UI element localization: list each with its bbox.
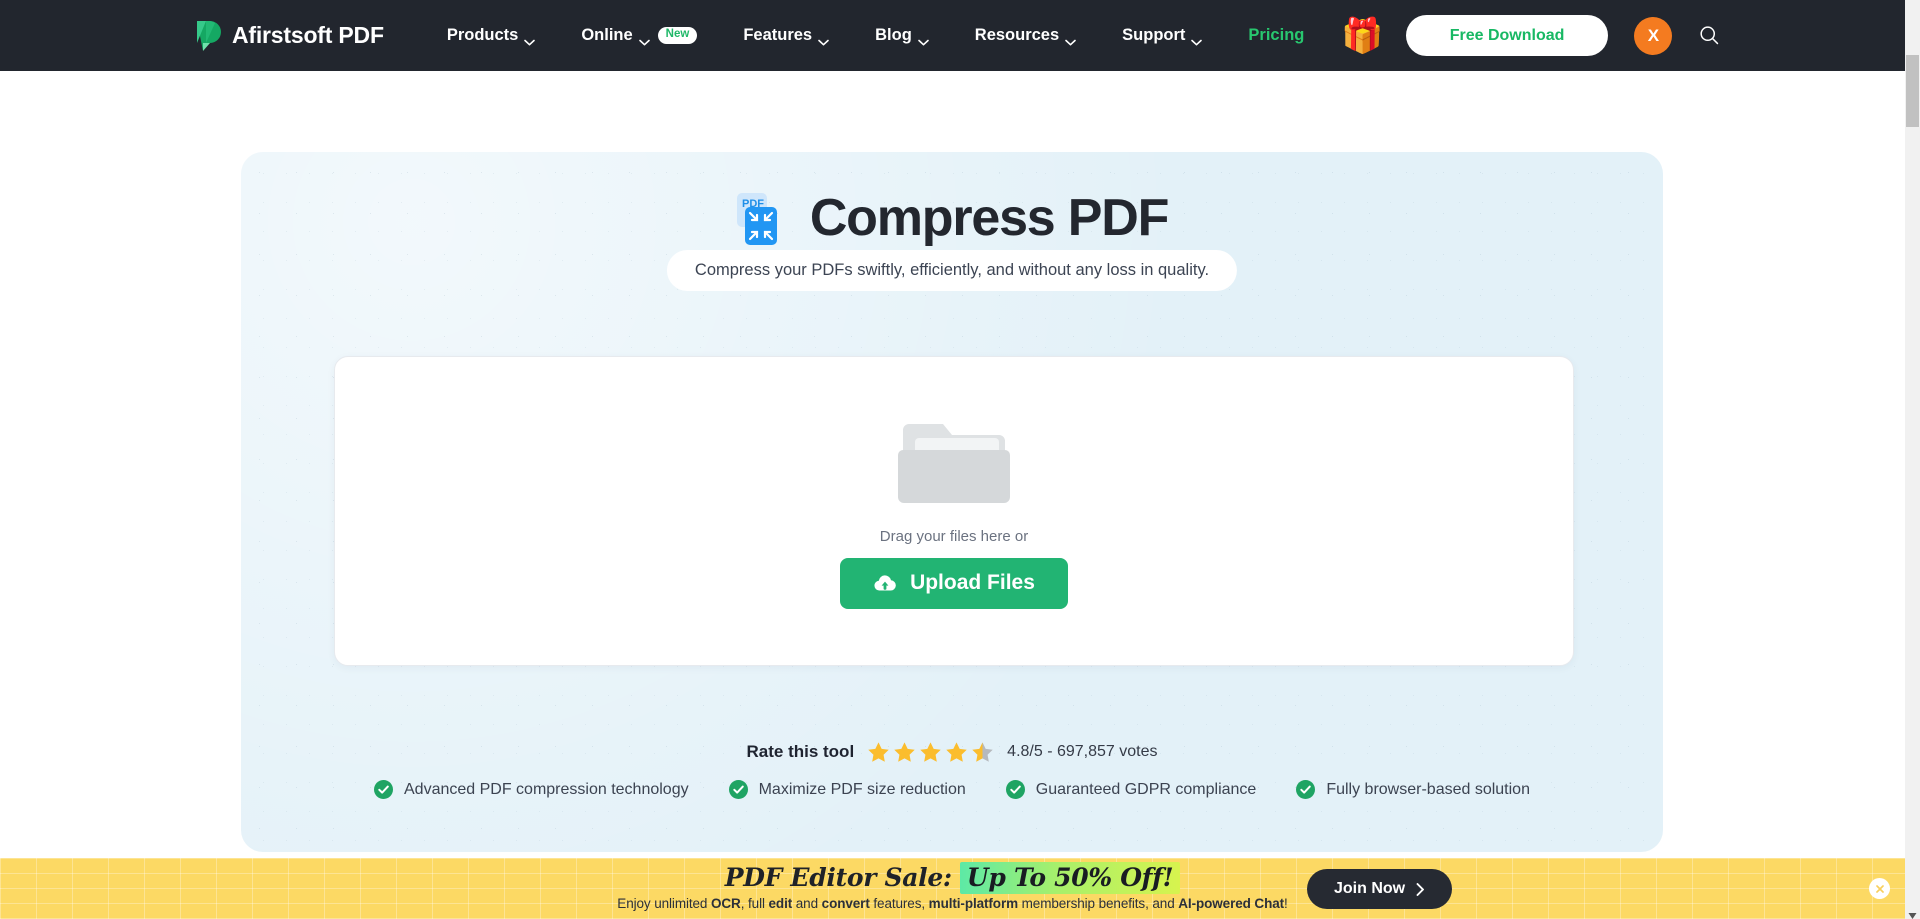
scroll-down-arrow-icon[interactable] — [1908, 907, 1917, 919]
scrollbar-thumb[interactable] — [1906, 55, 1919, 127]
nav-item-label: Features — [743, 26, 813, 44]
star-icon[interactable] — [945, 741, 968, 763]
chevron-down-icon — [524, 32, 536, 46]
page-scrollbar[interactable] — [1905, 0, 1920, 919]
star-half-icon[interactable] — [971, 741, 994, 763]
features-row: Advanced PDF compression technology Maxi… — [241, 780, 1663, 799]
rating-summary: 4.8/5 - 697,857 votes — [1007, 743, 1158, 760]
free-download-button[interactable]: Free Download — [1405, 15, 1609, 56]
afirstsoft-logo-icon — [195, 20, 223, 52]
search-icon[interactable] — [1696, 23, 1722, 49]
nav-item-support[interactable]: Support — [1099, 0, 1225, 71]
promo-headline-highlight: Up To 50% Off! — [959, 862, 1181, 894]
chevron-down-icon — [917, 32, 929, 46]
brand-name: Afirstsoft PDF — [232, 22, 384, 48]
feature-label: Advanced PDF compression technology — [404, 780, 689, 798]
hero-title-row: PDF Compress PDF — [241, 189, 1663, 247]
chevron-down-icon — [818, 32, 829, 46]
nav-item-online[interactable]: Online New — [558, 0, 720, 71]
gift-box-icon[interactable]: 🎁 — [1341, 19, 1383, 53]
chevron-down-icon — [1191, 32, 1203, 46]
nav-item-label: Online — [581, 26, 633, 44]
join-now-button[interactable]: Join Now — [1307, 869, 1453, 909]
nav-item-resources[interactable]: Resources — [952, 0, 1099, 71]
star-icon[interactable] — [919, 741, 942, 763]
hero-subtitle: Compress your PDFs swiftly, efficiently,… — [666, 250, 1238, 291]
feature-item: Fully browser-based solution — [1296, 780, 1530, 799]
nav-items: Products Online New Features Blog Resour… — [424, 0, 1328, 71]
check-circle-icon — [374, 780, 393, 799]
close-icon[interactable] — [1869, 878, 1890, 899]
feature-item: Maximize PDF size reduction — [728, 780, 966, 799]
compress-pdf-icon: PDF — [736, 189, 790, 247]
folder-icon — [893, 414, 1015, 512]
promo-banner: PDF Editor Sale: Up To 50% Off! Enjoy un… — [0, 858, 1905, 919]
chevron-down-icon — [638, 32, 650, 46]
page-root: Afirstsoft PDF Products Online New Featu… — [0, 0, 1920, 919]
check-circle-icon — [1005, 780, 1025, 799]
star-rating[interactable] — [867, 741, 994, 763]
nav-item-label: Products — [446, 26, 519, 44]
promo-text: PDF Editor Sale: Up To 50% Off! Enjoy un… — [0, 862, 1905, 911]
page-title: Compress PDF — [809, 189, 1170, 247]
star-icon[interactable] — [867, 741, 890, 763]
star-icon[interactable] — [893, 741, 916, 763]
hero-section: PDF Compress PDF Compress your PDFs swif… — [241, 152, 1663, 852]
upload-files-label: Upload Files — [910, 571, 1035, 594]
promo-subline: Enjoy unlimited OCR, full edit and conve… — [617, 896, 1288, 911]
brand-logo-group[interactable]: Afirstsoft PDF — [195, 20, 384, 52]
avatar[interactable]: X — [1634, 16, 1673, 55]
upload-files-button[interactable]: Upload Files — [840, 557, 1068, 609]
promo-headline-prefix: PDF Editor Sale: — [724, 863, 952, 892]
feature-label: Maximize PDF size reduction — [758, 780, 966, 798]
nav-item-label: Blog — [875, 26, 912, 44]
feature-item: Advanced PDF compression technology — [374, 780, 689, 799]
nav-item-blog[interactable]: Blog — [852, 0, 952, 71]
nav-item-features[interactable]: Features — [720, 0, 852, 71]
upload-dropzone[interactable]: Drag your files here or Upload Files — [334, 356, 1574, 666]
nav-item-label: Resources — [974, 26, 1060, 44]
promo-headline: PDF Editor Sale: Up To 50% Off! — [725, 862, 1181, 894]
nav-item-pricing[interactable]: Pricing — [1225, 0, 1327, 71]
feature-label: Fully browser-based solution — [1326, 780, 1530, 798]
check-circle-icon — [728, 780, 748, 799]
cloud-upload-icon — [873, 573, 897, 593]
new-badge: New — [657, 27, 698, 44]
rating-row: Rate this tool 4.8/5 - 697,857 votes — [241, 741, 1663, 763]
nav-item-label: Pricing — [1248, 26, 1305, 44]
rate-this-tool-label: Rate this tool — [746, 742, 855, 761]
check-circle-icon — [1296, 780, 1316, 799]
chevron-down-icon — [1065, 32, 1076, 46]
nav-item-products[interactable]: Products — [424, 0, 559, 71]
chevron-right-icon — [1416, 882, 1425, 896]
nav-item-label: Support — [1122, 26, 1186, 44]
feature-label: Guaranteed GDPR compliance — [1035, 780, 1257, 798]
feature-item: Guaranteed GDPR compliance — [1005, 780, 1257, 799]
join-now-label: Join Now — [1334, 880, 1406, 897]
drag-files-text: Drag your files here or — [879, 527, 1029, 545]
top-navigation-bar: Afirstsoft PDF Products Online New Featu… — [0, 0, 1905, 71]
